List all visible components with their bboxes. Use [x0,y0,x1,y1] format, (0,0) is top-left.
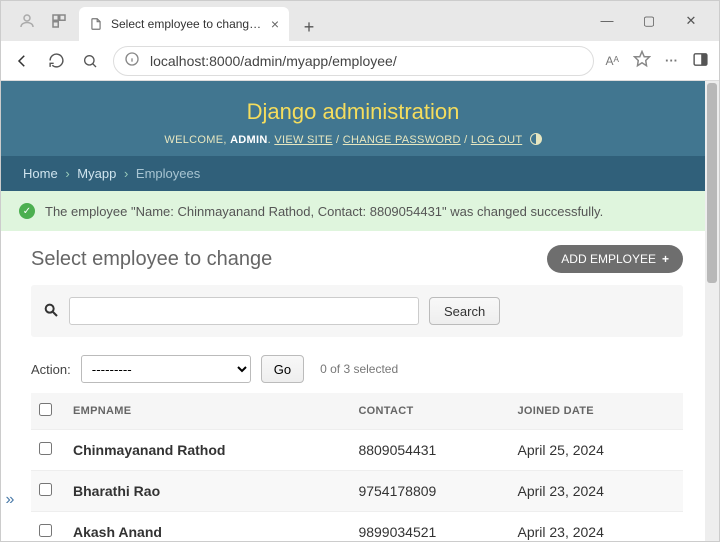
browser-titlebar: Select employee to change | Dja × + — ▢ … [1,1,719,41]
table-row: Akash Anand 9899034521 April 23, 2024 [31,512,683,542]
profile-icon[interactable] [17,11,37,31]
page-icon [89,17,103,31]
cell-contact: 9899034521 [350,512,509,542]
workspaces-icon[interactable] [49,11,69,31]
change-password-link[interactable]: CHANGE PASSWORD [343,134,461,146]
cell-joined: April 25, 2024 [509,430,683,471]
employee-table: EMPNAME CONTACT JOINED DATE Chinmayanand… [31,393,683,541]
breadcrumb-app[interactable]: Myapp [77,166,116,181]
tab-close-icon[interactable]: × [271,16,279,32]
welcome-label: WELCOME, [164,134,226,146]
site-title: Django administration [21,99,685,125]
view-site-link[interactable]: VIEW SITE [274,134,332,146]
site-info-icon[interactable] [124,51,142,70]
table-row: Bharathi Rao 9754178809 April 23, 2024 [31,471,683,512]
add-button-label: ADD EMPLOYEE [561,252,656,266]
check-icon: ✓ [19,203,35,219]
more-icon[interactable]: ··· [665,53,678,68]
viewport: Django administration WELCOME, ADMIN. VI… [1,81,719,541]
add-employee-button[interactable]: ADD EMPLOYEE + [547,245,683,273]
success-message: ✓ The employee "Name: Chinmayanand Ratho… [1,191,705,231]
row-checkbox[interactable] [39,442,52,455]
favorite-icon[interactable] [633,50,651,71]
window-controls: — ▢ ✕ [595,13,703,29]
tabs-row: Select employee to change | Dja × + [79,1,323,41]
search-input[interactable] [69,297,419,325]
titlebar-left [17,11,69,31]
url-input[interactable]: localhost:8000/admin/myapp/employee/ [113,46,594,76]
breadcrumb-sep: › [65,166,69,181]
scroll-thumb[interactable] [707,83,717,283]
sidebar-toggle[interactable]: » [1,491,19,509]
address-bar: localhost:8000/admin/myapp/employee/ Aᴬ … [1,41,719,81]
cell-joined: April 23, 2024 [509,471,683,512]
col-contact[interactable]: CONTACT [350,393,509,430]
django-header: Django administration WELCOME, ADMIN. VI… [1,81,705,156]
vertical-scrollbar[interactable] [705,81,719,541]
row-checkbox[interactable] [39,483,52,496]
cell-contact: 9754178809 [350,471,509,512]
page-title: Select employee to change [31,248,547,271]
page-content: Django administration WELCOME, ADMIN. VI… [1,81,705,541]
heading-row: Select employee to change ADD EMPLOYEE + [31,245,683,273]
tab-title: Select employee to change | Dja [111,17,263,31]
user-line: WELCOME, ADMIN. VIEW SITE / CHANGE PASSW… [21,133,685,146]
maximize-button[interactable]: ▢ [637,13,661,29]
table-row: Chinmayanand Rathod 8809054431 April 25,… [31,430,683,471]
employee-link[interactable]: Bharathi Rao [73,483,160,499]
new-tab-button[interactable]: + [295,13,323,41]
browser-tab-active[interactable]: Select employee to change | Dja × [79,7,289,41]
selection-count: 0 of 3 selected [320,362,398,376]
browser-window: Select employee to change | Dja × + — ▢ … [0,0,720,542]
go-button[interactable]: Go [261,355,304,383]
action-label: Action: [31,362,71,377]
search-row: Search [31,285,683,337]
search-button[interactable]: Search [429,297,500,325]
breadcrumb-current: Employees [136,166,200,181]
logout-link[interactable]: LOG OUT [471,134,522,146]
search-icon [43,302,59,321]
cell-contact: 8809054431 [350,430,509,471]
plus-icon: + [662,252,669,266]
minimize-button[interactable]: — [595,13,619,29]
username: ADMIN [230,134,268,146]
address-right: Aᴬ ··· [606,50,709,71]
url-text: localhost:8000/admin/myapp/employee/ [150,53,397,69]
action-select[interactable]: --------- [81,355,251,383]
row-checkbox[interactable] [39,524,52,537]
breadcrumb-home[interactable]: Home [23,166,58,181]
select-all-checkbox[interactable] [39,403,52,416]
refresh-button[interactable] [45,52,67,69]
theme-toggle-icon[interactable] [530,133,542,145]
breadcrumb: Home › Myapp › Employees [1,156,705,191]
search-icon[interactable] [79,53,101,69]
cell-joined: April 23, 2024 [509,512,683,542]
breadcrumb-sep: › [124,166,128,181]
text-size-icon[interactable]: Aᴬ [606,54,619,68]
employee-link[interactable]: Chinmayanand Rathod [73,442,225,458]
close-window-button[interactable]: ✕ [679,13,703,29]
employee-link[interactable]: Akash Anand [73,524,162,540]
collections-icon[interactable] [692,51,709,71]
action-row: Action: --------- Go 0 of 3 selected [31,355,683,383]
flash-text: The employee "Name: Chinmayanand Rathod,… [45,204,603,219]
col-empname[interactable]: EMPNAME [65,393,350,430]
back-button[interactable] [11,52,33,70]
col-joined[interactable]: JOINED DATE [509,393,683,430]
